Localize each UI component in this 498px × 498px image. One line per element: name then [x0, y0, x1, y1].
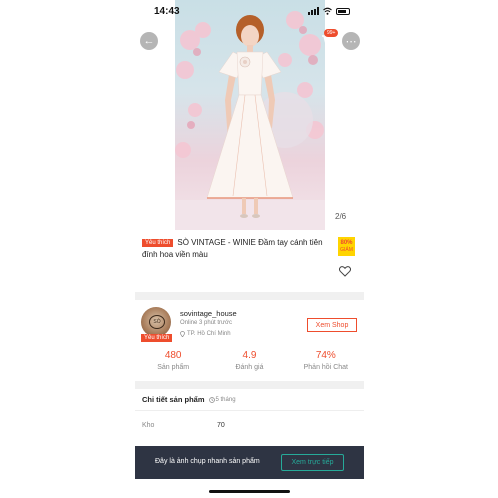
signal-icon — [308, 7, 319, 15]
discount-percent: 80% — [340, 240, 353, 246]
shop-avatar-logo: SÒ — [149, 315, 165, 329]
shop-location-text: TP. Hồ Chí Minh — [187, 331, 231, 337]
discount-badge: 80% GIẢM — [338, 237, 355, 256]
product-details-header: Chi tiết sản phẩm 5 tháng — [142, 395, 236, 404]
more-button[interactable]: ⋯ — [342, 32, 360, 50]
clock-icon — [208, 396, 215, 403]
shop-stats: 480 Sản phẩm 4.9 Đánh giá 74% Phản hồi C… — [135, 350, 364, 376]
stat-value: 74% — [315, 350, 336, 361]
stat-value: 4.9 — [242, 350, 257, 361]
more-dots-icon: ⋯ — [345, 35, 357, 48]
stat-rating[interactable]: 4.9 Đánh giá — [211, 350, 287, 376]
shop-location: TP. Hồ Chí Minh — [180, 331, 231, 337]
snapshot-message: Đây là ảnh chụp nhanh sản phẩm — [155, 458, 260, 465]
snapshot-bar: Đây là ảnh chụp nhanh sản phẩm Xem trực … — [135, 446, 364, 479]
stat-products[interactable]: 480 Sản phẩm — [135, 350, 211, 376]
view-shop-button[interactable]: Xem Shop — [307, 318, 357, 332]
view-live-button[interactable]: Xem trực tiếp — [281, 454, 344, 471]
location-pin-icon — [180, 331, 185, 337]
home-indicator[interactable] — [209, 490, 290, 493]
stat-value: 480 — [164, 350, 182, 361]
status-bar: 14:43 — [135, 0, 364, 24]
product-title-row: Yêu thích SÒ VINTAGE - WINIE Đầm tay cánh… — [142, 237, 332, 261]
stat-label: Sản phẩm — [157, 364, 190, 371]
details-time: 5 tháng — [208, 396, 236, 403]
back-button[interactable]: ← — [140, 32, 158, 50]
discount-label: GIẢM — [340, 247, 353, 253]
section-divider — [135, 381, 364, 389]
product-image-carousel[interactable]: ← 99+ ⋯ 2/6 — [135, 0, 364, 230]
stat-chat-response[interactable]: 74% Phản hồi Chat — [288, 350, 364, 376]
image-counter: 2/6 — [335, 212, 347, 221]
stat-label: Phản hồi Chat — [303, 364, 348, 371]
dress-model-illustration — [175, 11, 325, 230]
product-details-heading: Chi tiết sản phẩm — [142, 395, 205, 404]
battery-icon — [336, 7, 350, 15]
detail-row-label: Kho — [142, 422, 155, 429]
phone-screen: ← 99+ ⋯ 2/6 14:43 Yêu thích SÒ VINTAGE - … — [135, 0, 364, 498]
cart-badge: 99+ — [324, 29, 339, 37]
stat-label: Đánh giá — [235, 364, 264, 371]
status-icons — [308, 7, 350, 15]
shop-online-status: Online 3 phút trước — [180, 320, 232, 326]
shop-favorite-tag: Yêu thích — [141, 334, 173, 342]
shop-avatar[interactable]: SÒ — [141, 307, 171, 337]
row-divider — [135, 410, 364, 411]
arrow-left-icon: ← — [143, 35, 155, 47]
favorite-tag: Yêu thích — [142, 239, 174, 247]
detail-row-value: 70 — [217, 422, 225, 429]
wifi-icon — [323, 7, 332, 15]
product-photo[interactable] — [175, 0, 325, 230]
status-time: 14:43 — [154, 6, 180, 17]
heart-icon[interactable] — [339, 266, 351, 277]
details-time-text: 5 tháng — [215, 396, 236, 403]
section-divider — [135, 292, 364, 300]
shop-name[interactable]: sovintage_house — [180, 309, 237, 318]
